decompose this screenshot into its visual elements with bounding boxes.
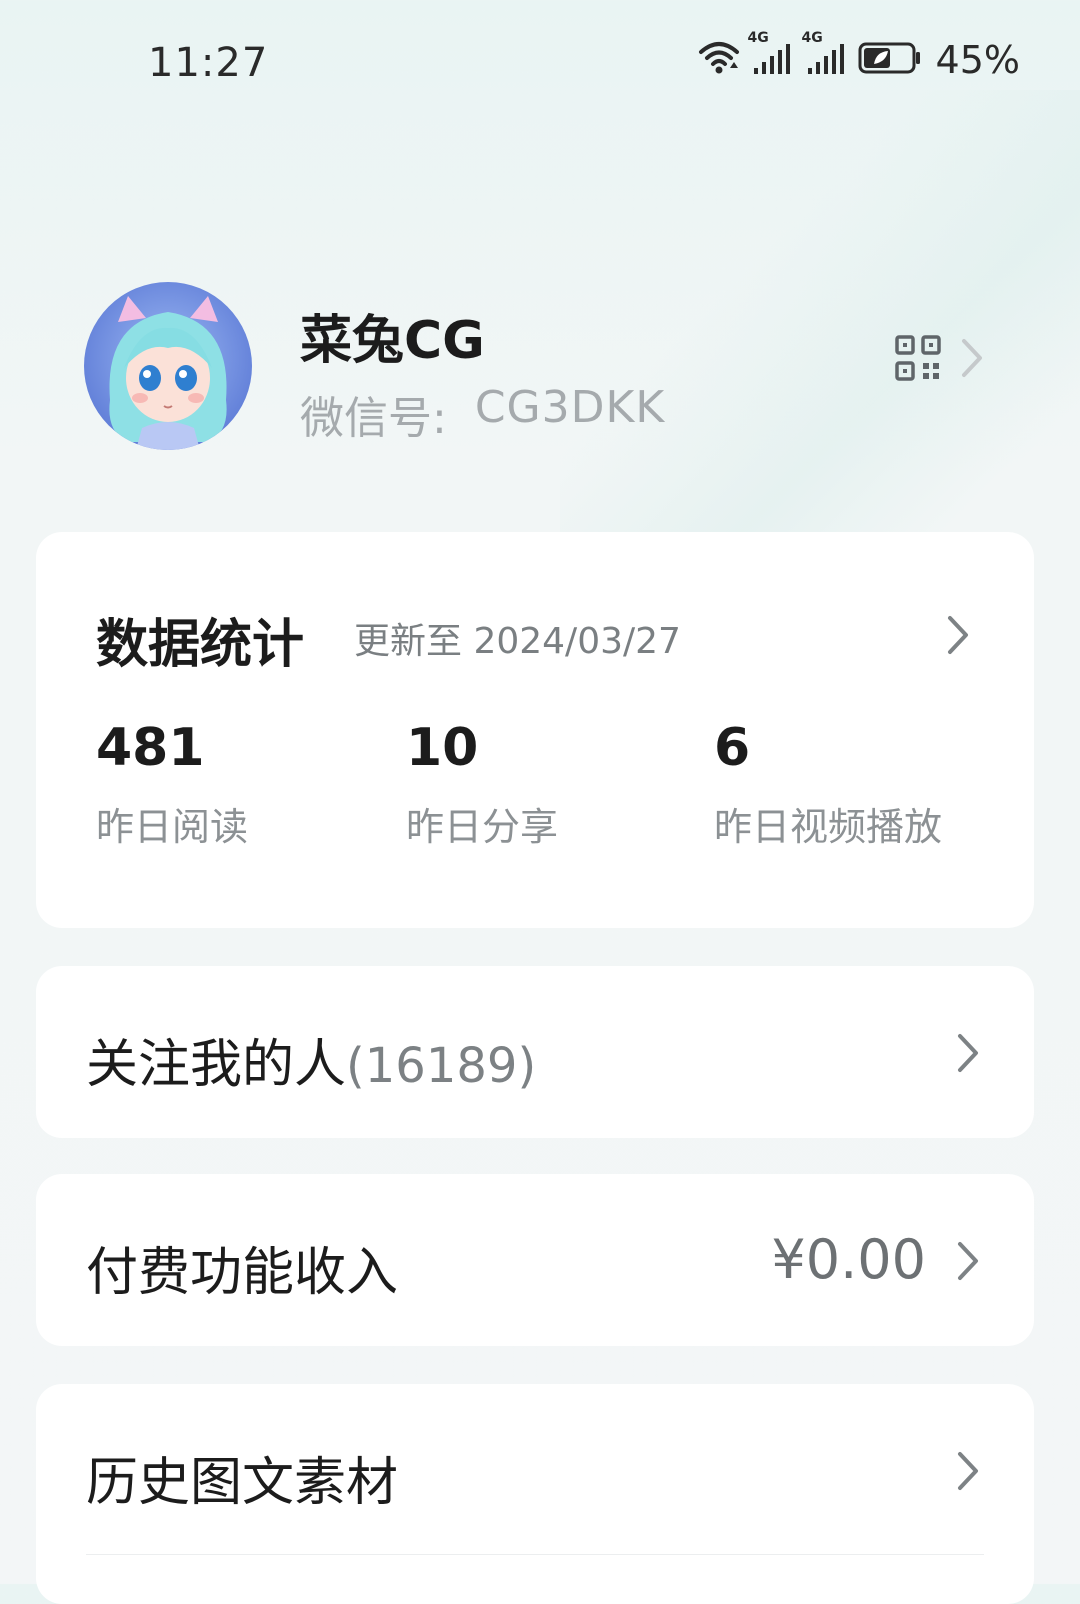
divider bbox=[86, 1554, 984, 1555]
stat-shares: 10 昨日分享 bbox=[406, 718, 558, 851]
chevron-right-icon bbox=[956, 1240, 980, 1286]
signal-icon: 4G bbox=[802, 30, 848, 82]
history-title: 历史图文素材 bbox=[86, 1453, 399, 1513]
stat-reads: 481 昨日阅读 bbox=[96, 718, 248, 851]
history-materials-row[interactable]: 历史图文素材 bbox=[36, 1384, 1034, 1604]
battery-icon bbox=[858, 40, 922, 80]
paid-income-row[interactable]: 付费功能收入 ¥0.00 bbox=[36, 1174, 1034, 1346]
wechat-id: 微信号: CG3DKK bbox=[300, 382, 665, 446]
profile-header: 菜兔CG 微信号: CG3DKK bbox=[0, 270, 1080, 460]
stat-value: 6 bbox=[714, 718, 751, 778]
stats-title: 数据统计 bbox=[96, 615, 305, 675]
wechat-id-label: 微信号: bbox=[300, 393, 447, 444]
status-time: 11:27 bbox=[148, 40, 269, 86]
followers-label: 关注我的人 (16189) bbox=[86, 1022, 536, 1097]
stat-label: 昨日阅读 bbox=[96, 805, 249, 849]
stats-card[interactable]: 数据统计 更新至 2024/03/27 481 昨日阅读 10 昨日分享 6 昨… bbox=[36, 532, 1034, 928]
avatar[interactable] bbox=[84, 282, 252, 450]
qr-code-icon bbox=[894, 334, 942, 386]
followers-row[interactable]: 关注我的人 (16189) bbox=[36, 966, 1034, 1138]
stat-value: 10 bbox=[406, 718, 479, 778]
stats-updated-date: 更新至 2024/03/27 bbox=[354, 621, 681, 662]
network-badge: 4G bbox=[747, 30, 769, 46]
status-icons: 4G 4G 45% bbox=[698, 30, 1020, 82]
stat-label: 昨日分享 bbox=[406, 805, 559, 849]
profile-name: 菜兔CG bbox=[300, 311, 485, 371]
chevron-right-icon bbox=[946, 614, 970, 660]
qr-code-button[interactable] bbox=[894, 334, 984, 386]
income-label: 付费功能收入 bbox=[86, 1230, 398, 1305]
stat-label: 昨日视频播放 bbox=[714, 805, 943, 849]
chevron-right-icon bbox=[956, 1032, 980, 1078]
wechat-id-value: CG3DKK bbox=[474, 382, 666, 433]
income-value: ¥0.00 bbox=[771, 1228, 926, 1291]
network-badge: 4G bbox=[801, 30, 823, 46]
chevron-right-icon bbox=[960, 337, 984, 383]
followers-title: 关注我的人 bbox=[86, 1035, 347, 1095]
signal-icon: 4G bbox=[748, 30, 794, 82]
history-label: 历史图文素材 bbox=[86, 1440, 398, 1515]
stat-video-plays: 6 昨日视频播放 bbox=[714, 718, 942, 851]
wifi-icon bbox=[698, 38, 740, 82]
stat-value: 481 bbox=[96, 718, 205, 778]
status-bar: 11:27 4G 4G 45% bbox=[0, 0, 1080, 130]
chevron-right-icon bbox=[956, 1450, 980, 1496]
followers-count: (16189) bbox=[346, 1038, 537, 1094]
income-title: 付费功能收入 bbox=[86, 1243, 399, 1303]
battery-percent: 45% bbox=[935, 38, 1020, 82]
